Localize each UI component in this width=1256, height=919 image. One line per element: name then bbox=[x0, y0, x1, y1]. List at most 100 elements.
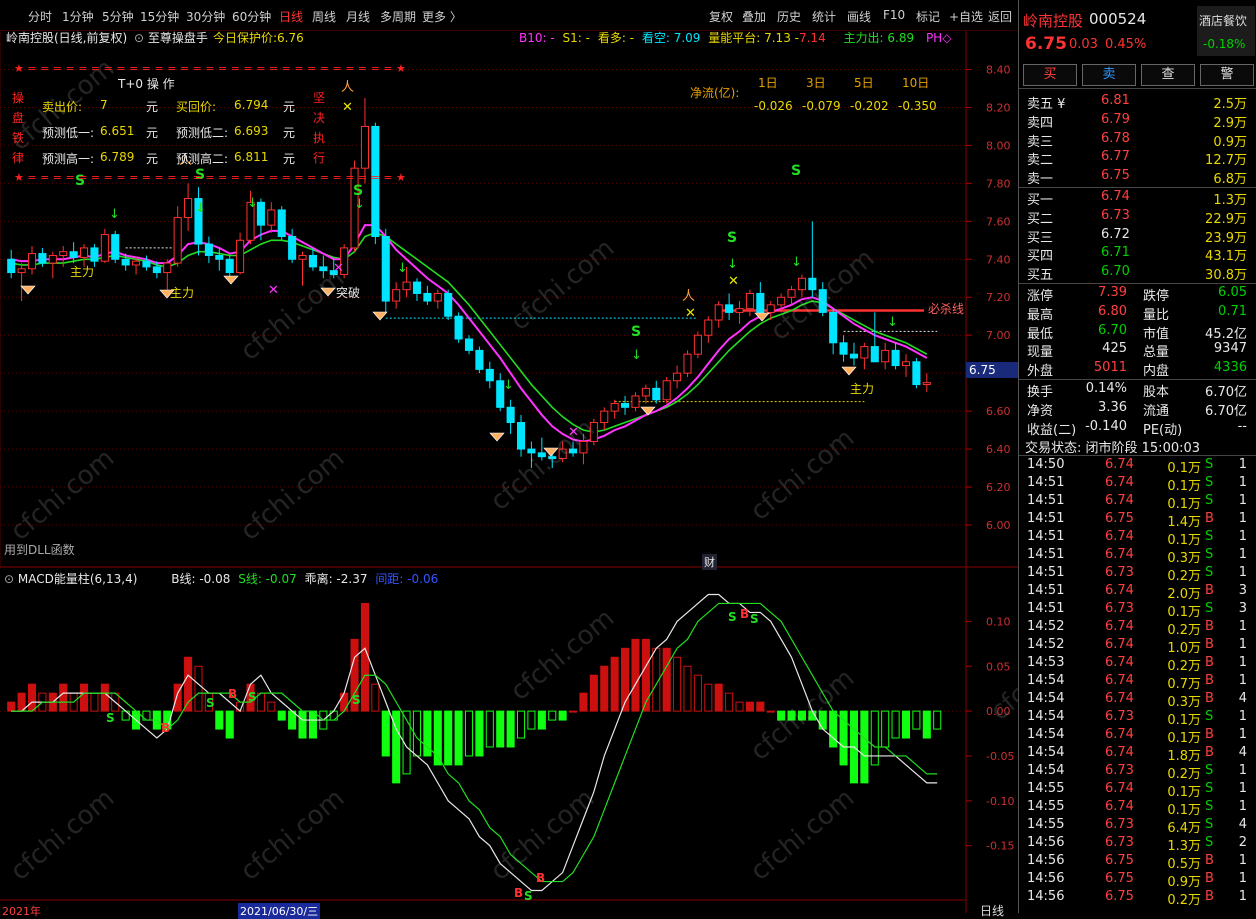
tick-time: 14:54 bbox=[1027, 745, 1065, 760]
toolbar-tool[interactable]: 统计 bbox=[812, 8, 836, 25]
macd-bar bbox=[215, 710, 224, 730]
tick-count: 1 bbox=[1238, 853, 1247, 868]
tick-side: B bbox=[1205, 583, 1214, 598]
tick-time: 14:51 bbox=[1027, 475, 1065, 490]
macd-buy-marker: B bbox=[514, 886, 523, 900]
date-axis-cursor-date: 2021/06/30/三 bbox=[238, 903, 321, 919]
sell-button[interactable]: 卖 bbox=[1082, 64, 1136, 86]
macd-bar bbox=[527, 710, 536, 730]
indicator-name: 至尊操盘手 bbox=[147, 31, 208, 45]
t0-right-label: 预测高二: bbox=[176, 152, 229, 166]
tick-side: S bbox=[1205, 835, 1214, 850]
macd-bar bbox=[298, 710, 307, 739]
tick-price: 6.74 bbox=[1105, 691, 1134, 706]
stock-title: 岭南控股(日线,前复权) bbox=[6, 31, 128, 45]
book-volume: 43.1万 bbox=[1205, 249, 1247, 265]
sector-box[interactable]: 酒店餐饮 -0.18% bbox=[1197, 6, 1255, 56]
ask-row[interactable]: 卖二 6.77 12.7万 bbox=[1019, 148, 1256, 168]
indicator-selector[interactable]: ⊙ 至尊操盘手 bbox=[134, 29, 208, 46]
main-force-label-1: 主力 bbox=[70, 265, 95, 279]
down-arrow-icon: ↓ bbox=[503, 378, 514, 393]
period-tab[interactable]: 1分钟 bbox=[62, 8, 94, 25]
tick-time: 14:51 bbox=[1027, 565, 1065, 580]
candle-body bbox=[256, 201, 265, 226]
ask-row[interactable]: 卖五 ¥ 6.81 2.5万 bbox=[1019, 92, 1256, 112]
ask-row[interactable]: 卖一 6.75 6.8万 bbox=[1019, 167, 1256, 187]
ask-row[interactable]: 卖三 6.78 0.9万 bbox=[1019, 130, 1256, 150]
macd-bar bbox=[901, 710, 911, 739]
period-tab[interactable]: 15分钟 bbox=[140, 8, 179, 25]
book-label: 买二 bbox=[1027, 211, 1054, 227]
macd-bar bbox=[870, 710, 879, 766]
t0-left-char: 律 bbox=[12, 151, 25, 165]
trade-status: 交易状态: 闭市阶段 15:00:03 bbox=[1025, 441, 1201, 456]
stat-label: 换手 bbox=[1027, 385, 1054, 400]
bear-label: 看空: 7.09 bbox=[641, 31, 701, 45]
macd-bar bbox=[579, 692, 588, 712]
candle-body bbox=[225, 258, 234, 274]
ask-row[interactable]: 卖四 6.79 2.9万 bbox=[1019, 111, 1256, 131]
period-tab[interactable]: 日线 bbox=[279, 8, 303, 25]
tick-price: 6.73 bbox=[1105, 709, 1134, 724]
macd-bar bbox=[693, 674, 702, 712]
tick-row: 14:54 6.74 0.1万 B 1 bbox=[1019, 726, 1256, 746]
t0-left-label: 预测高一: bbox=[42, 152, 95, 166]
tick-side: B bbox=[1205, 745, 1214, 760]
macd-bar bbox=[340, 692, 349, 712]
sector-change: -0.18% bbox=[1203, 37, 1246, 51]
book-price: 6.70 bbox=[1101, 264, 1130, 280]
macd-toggle-icon[interactable]: ⊙ bbox=[4, 572, 14, 586]
price-axis-label: 7.40 bbox=[986, 253, 1011, 266]
net-flow-period: 5日 bbox=[854, 76, 874, 90]
toolbar-tool[interactable]: 复权 bbox=[709, 8, 733, 25]
stat-label: 最低 bbox=[1027, 326, 1054, 342]
macd-buy-marker: B bbox=[161, 721, 170, 735]
period-tab[interactable]: 周线 bbox=[312, 8, 336, 25]
bid-row[interactable]: 买四 6.71 43.1万 bbox=[1019, 244, 1256, 265]
bid-row[interactable]: 买二 6.73 22.9万 bbox=[1019, 207, 1256, 227]
period-tab[interactable]: 多周期 bbox=[380, 8, 416, 25]
macd-bar bbox=[267, 701, 276, 712]
period-tab[interactable]: 更多 〉 bbox=[422, 8, 462, 25]
stat-row: 现量 425 总量 9347 bbox=[1019, 340, 1256, 360]
down-arrow-icon: ↓ bbox=[631, 348, 642, 363]
candle-body bbox=[704, 319, 713, 336]
bid-row[interactable]: 买三 6.72 23.9万 bbox=[1019, 226, 1256, 246]
toolbar-tool[interactable]: 画线 bbox=[847, 8, 871, 25]
buy-button[interactable]: 买 bbox=[1023, 64, 1077, 86]
bid-row[interactable]: 买五 6.70 30.8万 bbox=[1019, 263, 1256, 283]
tick-time: 14:51 bbox=[1027, 529, 1065, 544]
bid-row[interactable]: 买一 6.74 1.3万 bbox=[1019, 188, 1256, 208]
macd-axis-label: 0.05 bbox=[986, 660, 1011, 673]
macd-bar bbox=[371, 683, 380, 712]
toolbar-tool[interactable]: +自选 bbox=[949, 8, 983, 25]
toolbar-tool[interactable]: 返回 bbox=[988, 8, 1012, 25]
price-axis-label: 7.20 bbox=[986, 291, 1011, 304]
period-tab[interactable]: 分时 bbox=[28, 8, 52, 25]
toolbar-tool[interactable]: 叠加 bbox=[742, 8, 766, 25]
query-button[interactable]: 查 bbox=[1141, 64, 1195, 86]
finance-marker[interactable]: 财 bbox=[702, 554, 717, 570]
toolbar-tool[interactable]: 历史 bbox=[777, 8, 801, 25]
tick-row: 14:51 6.74 0.1万 S 1 bbox=[1019, 474, 1256, 494]
period-tab[interactable]: 月线 bbox=[346, 8, 370, 25]
toolbar-tool[interactable]: F10 bbox=[883, 8, 905, 22]
stat-value: 45.2亿 bbox=[1205, 326, 1247, 342]
toolbar-tool[interactable]: 标记 bbox=[916, 8, 940, 25]
t0-right-unit: 元 bbox=[283, 100, 296, 114]
tick-count: 1 bbox=[1238, 709, 1247, 724]
down-arrow-icon: ↓ bbox=[887, 315, 898, 330]
stat-value: 3.36 bbox=[1098, 399, 1127, 415]
macd-bar bbox=[662, 647, 671, 712]
macd-bar bbox=[79, 683, 89, 712]
alert-button[interactable]: 警 bbox=[1200, 64, 1254, 86]
candle-body bbox=[423, 292, 432, 302]
candle-body bbox=[766, 304, 775, 313]
candle-body bbox=[756, 292, 765, 313]
tick-price: 6.74 bbox=[1105, 457, 1134, 472]
t0-left-unit: 元 bbox=[146, 126, 159, 140]
period-tab[interactable]: 5分钟 bbox=[102, 8, 134, 25]
period-tab[interactable]: 60分钟 bbox=[232, 8, 271, 25]
tick-count: 2 bbox=[1238, 835, 1247, 850]
period-tab[interactable]: 30分钟 bbox=[186, 8, 225, 25]
